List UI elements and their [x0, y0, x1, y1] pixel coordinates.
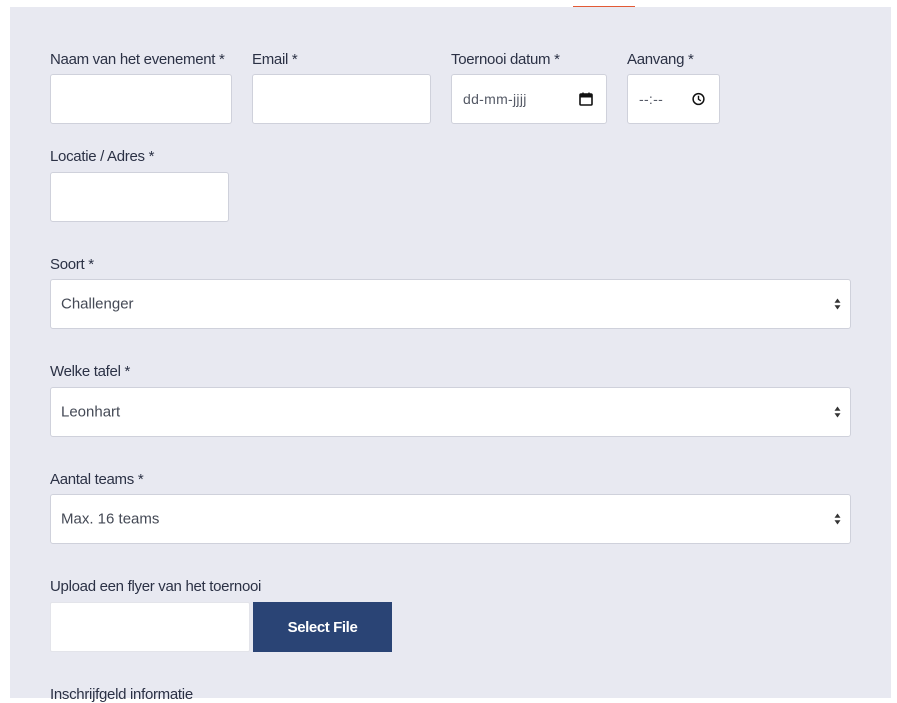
location-input[interactable]	[50, 172, 229, 222]
fee-info-label: Inschrijfgeld informatie	[50, 686, 193, 703]
start-time-input[interactable]: --:--	[627, 74, 720, 124]
calendar-icon[interactable]	[579, 92, 593, 106]
select-arrows-icon	[834, 298, 841, 310]
time-placeholder: --:--	[639, 91, 664, 107]
select-arrows-icon	[834, 513, 841, 525]
email-input[interactable]	[252, 74, 431, 124]
kind-select[interactable]: Challenger	[50, 279, 851, 329]
date-placeholder: dd-mm-jjjj	[463, 91, 527, 107]
select-file-button[interactable]: Select File	[253, 602, 392, 652]
location-label: Locatie / Adres *	[50, 148, 155, 165]
team-count-select[interactable]: Max. 16 teams	[50, 494, 851, 544]
table-selected-value: Leonhart	[61, 403, 121, 421]
upload-label: Upload een flyer van het toernooi	[50, 578, 262, 595]
event-name-input[interactable]	[50, 74, 232, 124]
clock-icon[interactable]	[692, 92, 705, 106]
event-name-label: Naam van het evenement *	[50, 51, 225, 68]
team-count-selected-value: Max. 16 teams	[61, 510, 160, 528]
email-label: Email *	[252, 51, 298, 68]
kind-selected-value: Challenger	[61, 295, 134, 313]
select-arrows-icon	[834, 406, 841, 418]
tournament-date-input[interactable]: dd-mm-jjjj	[451, 74, 607, 124]
start-time-label: Aanvang *	[627, 51, 694, 68]
upload-filename-field[interactable]	[50, 602, 250, 652]
table-select[interactable]: Leonhart	[50, 387, 851, 437]
kind-label: Soort *	[50, 256, 94, 273]
tournament-date-label: Toernooi datum *	[451, 51, 560, 68]
table-label: Welke tafel *	[50, 363, 131, 380]
team-count-label: Aantal teams *	[50, 471, 144, 488]
